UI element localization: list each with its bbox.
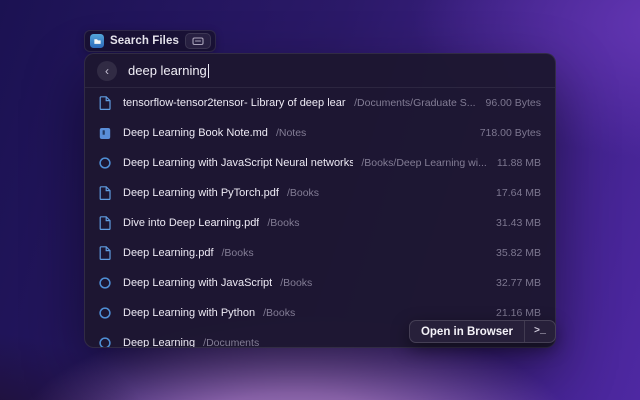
file-path: /Books <box>287 187 319 199</box>
file-path: /Documents/Graduate S... <box>354 97 475 109</box>
file-size: 718.00 Bytes <box>470 127 541 139</box>
launcher-badge-label: Search Files <box>110 35 179 47</box>
file-size: 17.64 MB <box>486 187 541 199</box>
file-drawer-button[interactable] <box>185 33 211 49</box>
markdown-file-icon <box>99 127 114 140</box>
file-size: 35.82 MB <box>486 247 541 259</box>
file-title: tensorflow-tensor2tensor- Library of dee… <box>123 97 346 109</box>
open-in-browser-button[interactable]: Open in Browser >_ <box>409 320 556 343</box>
file-size: 32.77 MB <box>486 277 541 289</box>
file-title: Deep Learning with JavaScript Neural net… <box>123 157 353 169</box>
file-title: Deep Learning.pdf <box>123 247 214 259</box>
file-path: /Books <box>222 247 254 259</box>
file-path: /Books <box>263 307 295 319</box>
desktop-background: { "launcher_badge": { "label": "Search F… <box>0 0 640 400</box>
back-button[interactable]: ‹ <box>97 61 117 81</box>
file-result-row[interactable]: Deep Learning.pdf /Books 35.82 MB <box>85 238 555 268</box>
file-size: 96.00 Bytes <box>476 97 541 109</box>
document-icon <box>99 216 114 230</box>
file-result-row[interactable]: Deep Learning with JavaScript Neural net… <box>85 148 555 178</box>
results-list: tensorflow-tensor2tensor- Library of dee… <box>85 88 555 347</box>
file-result-row[interactable]: Deep Learning with JavaScript /Books 32.… <box>85 268 555 298</box>
file-title: Deep Learning with Python <box>123 307 255 319</box>
file-result-row[interactable]: Deep Learning with PyTorch.pdf /Books 17… <box>85 178 555 208</box>
open-in-browser-label: Open in Browser <box>410 321 524 342</box>
search-panel: ‹ deep learning tensorflow-tensor2tensor… <box>84 53 556 348</box>
terminal-prompt-icon: >_ <box>524 321 555 342</box>
file-title: Deep Learning <box>123 337 195 347</box>
document-icon <box>99 186 114 200</box>
document-icon <box>99 246 114 260</box>
circle-icon <box>99 277 114 289</box>
file-drawer-icon <box>192 36 204 46</box>
file-size: 31.43 MB <box>486 217 541 229</box>
file-size: 21.16 MB <box>486 307 541 319</box>
circle-icon <box>99 307 114 319</box>
file-result-row[interactable]: Dive into Deep Learning.pdf /Books 31.43… <box>85 208 555 238</box>
search-bar[interactable]: ‹ deep learning <box>85 54 555 88</box>
file-result-row[interactable]: Deep Learning Book Note.md /Notes 718.00… <box>85 118 555 148</box>
circle-icon <box>99 337 114 347</box>
file-path: /Books/Deep Learning wi... <box>361 157 487 169</box>
file-path: /Books <box>267 217 299 229</box>
file-size: 11.88 MB <box>487 157 541 169</box>
circle-icon <box>99 157 114 169</box>
search-input[interactable]: deep learning <box>128 63 207 78</box>
file-path: /Notes <box>276 127 306 139</box>
launcher-badge[interactable]: Search Files <box>84 30 216 52</box>
search-files-app-icon <box>90 34 104 48</box>
file-result-row[interactable]: tensorflow-tensor2tensor- Library of dee… <box>85 88 555 118</box>
file-path: /Books <box>280 277 312 289</box>
file-title: Dive into Deep Learning.pdf <box>123 217 259 229</box>
file-path: /Documents <box>203 337 259 347</box>
file-title: Deep Learning with PyTorch.pdf <box>123 187 279 199</box>
file-title: Deep Learning with JavaScript <box>123 277 272 289</box>
document-icon <box>99 96 114 110</box>
file-title: Deep Learning Book Note.md <box>123 127 268 139</box>
chevron-left-icon: ‹ <box>105 65 109 77</box>
text-caret <box>208 64 210 78</box>
